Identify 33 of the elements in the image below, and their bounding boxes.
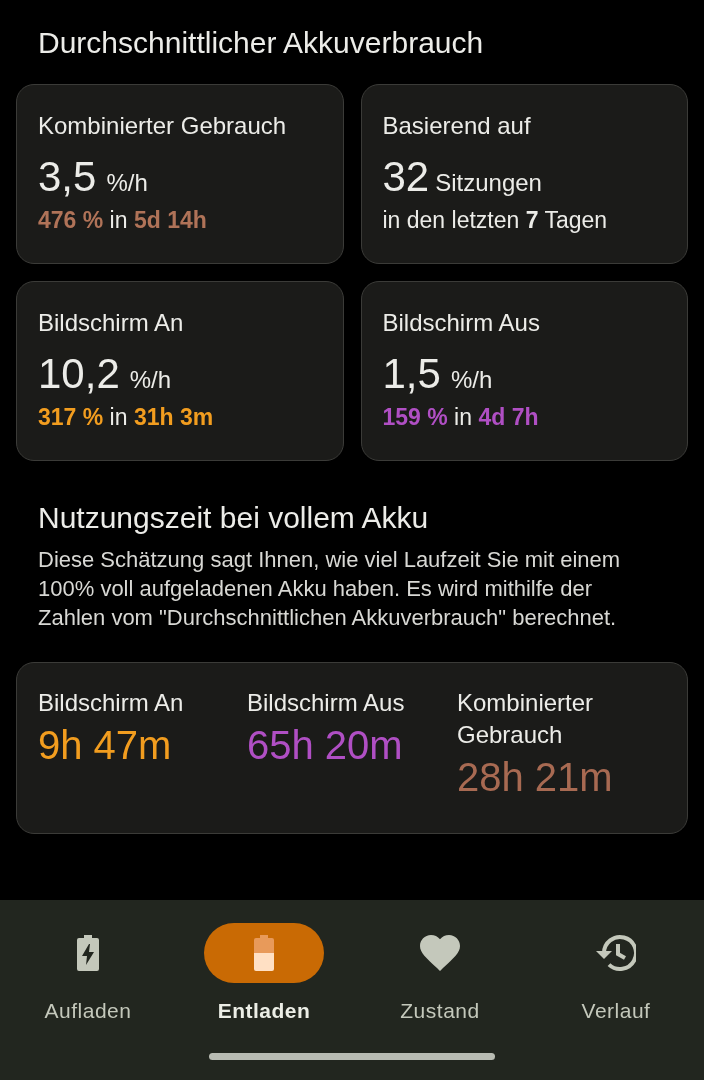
card-title: Basierend auf	[382, 111, 531, 141]
usage-detail: 476 % in 5d 14h	[38, 206, 207, 235]
estimate-label: Kombinierter Gebrauch	[457, 688, 595, 750]
description: Diese Schätzung sagt Ihnen, wie viel Laufzeit Sie mit einem 100% voll aufgeladenen Akku haben. Es wird mithilfe der Zahlen vom "Durchschnittlichen Akkuverbrauch" berechnet.	[38, 546, 622, 632]
session-count: 32	[382, 153, 430, 201]
section-heading: Durchschnittlicher Akkuverbrauch	[38, 25, 485, 61]
heart-icon	[420, 935, 460, 971]
nav-tab[interactable]: Aufladen	[0, 923, 176, 1023]
session-unit: Sitzungen	[435, 169, 542, 197]
rate-value: 3,5	[38, 153, 97, 201]
usage-detail: 159 % in 4d 7h	[382, 403, 539, 432]
history-icon	[596, 934, 636, 972]
estimate-label: Bildschirm Aus	[247, 688, 405, 718]
card-title: Bildschirm An	[38, 308, 184, 338]
estimate-label: Bildschirm An	[38, 688, 184, 718]
rate-unit: %/h	[129, 366, 172, 394]
rate-value: 1,5	[382, 350, 441, 398]
nav-tab[interactable]: Verlauf	[528, 923, 704, 1023]
nav-tab[interactable]: Zustand	[352, 923, 528, 1023]
charging-battery-icon	[77, 935, 99, 971]
estimate-value: 65h 20m	[247, 722, 403, 769]
rate-unit: %/h	[450, 366, 493, 394]
card-title: Bildschirm Aus	[382, 308, 540, 338]
battery-icon	[254, 935, 274, 971]
period-text: in den letzten 7 Tagen	[382, 206, 608, 235]
estimate-value: 9h 47m	[38, 722, 172, 769]
nav-tab[interactable]: Entladen	[176, 923, 352, 1023]
section-heading: Nutzungszeit bei vollem Akku	[38, 500, 430, 536]
rate-value: 10,2	[38, 350, 120, 398]
estimate-value: 28h 21m	[457, 754, 613, 801]
usage-detail: 317 % in 31h 3m	[38, 403, 214, 432]
rate-unit: %/h	[106, 169, 148, 197]
card-title: Kombinierter Gebrauch	[38, 111, 287, 141]
